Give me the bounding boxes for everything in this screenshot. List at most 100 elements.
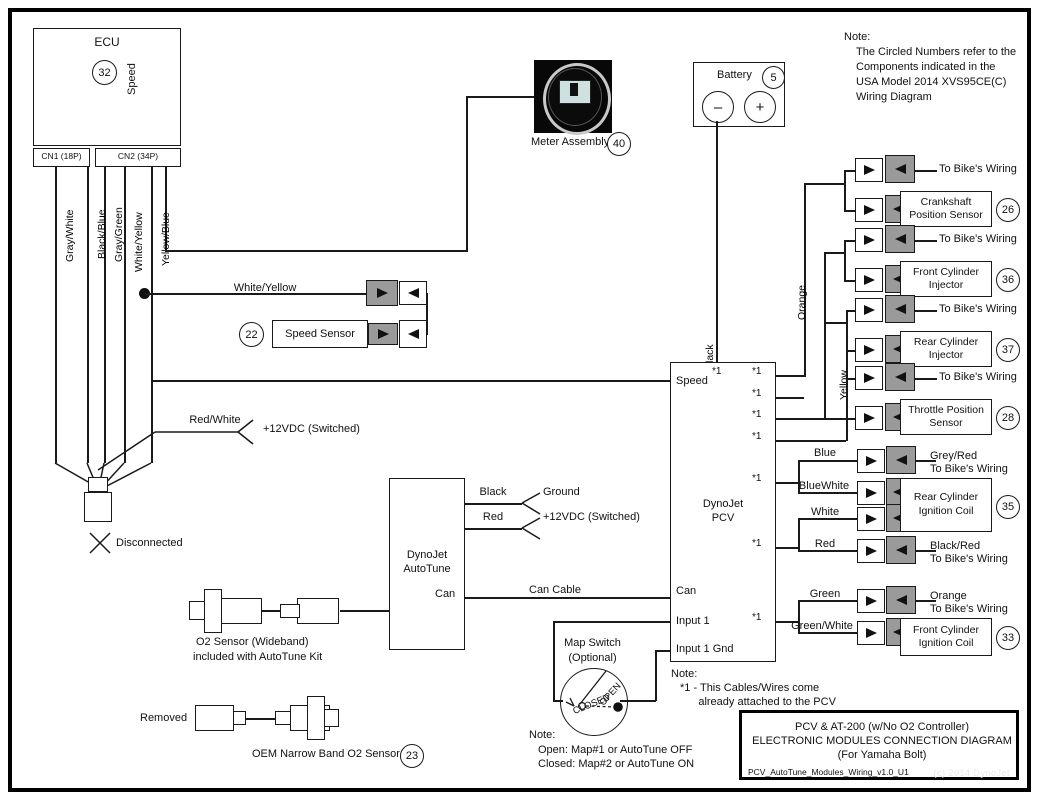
orange-trunk-line: [804, 183, 806, 377]
g1-bike-connector-male: [855, 158, 883, 182]
pcv-star-right-2: *1: [752, 388, 762, 399]
arrow-right-icon: [863, 413, 875, 423]
ecu-title: ECU: [94, 35, 120, 49]
title-block-filename: PCV_AutoTune_Modules_Wiring_v1.0_U1: [748, 767, 909, 777]
o2-wideband-label-line-1: O2 Sensor (Wideband): [196, 636, 309, 648]
o2-narrowband-removed-label: Removed: [140, 712, 188, 724]
g4-feed-vertical: [846, 378, 848, 419]
pcv-star-speed: *1: [712, 366, 722, 377]
ecu-wire-line-1: [55, 167, 57, 463]
pcv-star-right-3: *1: [752, 409, 762, 420]
pcv-pin-can: Can: [676, 585, 697, 597]
ecu-wire-label-white-yellow: White/Yellow: [133, 212, 145, 272]
coil35-red-connector-female: [886, 536, 916, 564]
pcv-out-stub-1: [776, 375, 804, 377]
g4-component-line-1: Throttle Position: [908, 404, 984, 416]
arrow-right-icon: [376, 288, 388, 298]
title-block-line-2: ELECTRONIC MODULES CONNECTION DIAGRAM: [752, 735, 1012, 747]
ecu-wire-line-2: [87, 167, 89, 463]
top-note-line-2: Components indicated in the: [856, 61, 996, 73]
o2-narrowband-ref-badge: 23: [400, 744, 424, 768]
autotune-12vdc-label: +12VDC (Switched): [543, 511, 640, 523]
map-switch-gnd-lead: [655, 650, 671, 652]
arrow-right-icon: [377, 329, 389, 339]
arrow-right-icon: [863, 235, 875, 245]
g4-comp-connector-male: [855, 406, 883, 430]
speed-sensor-jumper-vertical: [426, 293, 428, 334]
battery-negative-terminal: –: [702, 91, 734, 123]
ecu-wire-label-yellow-blue: Yellow/Blue: [160, 212, 172, 266]
top-note-line-1: The Circled Numbers refer to the: [856, 46, 1017, 58]
arrow-right-icon: [865, 514, 877, 524]
arrow-right-icon: [865, 488, 877, 498]
map-note-line-1: Open: Map#1 or AutoTune OFF: [538, 744, 693, 756]
coil35-ref-badge: 35: [996, 495, 1020, 519]
coil33-wire-label-greenwhite: Green/White: [791, 620, 853, 632]
autotune-can-pin-label: Can: [435, 588, 456, 600]
red-white-destination-label: +12VDC (Switched): [263, 423, 360, 435]
g1-bike-connector-female: [885, 155, 915, 183]
g1-bike-lead: [915, 170, 937, 172]
ecu-wire-label-black-blue: Black/Blue: [96, 209, 108, 259]
arrow-left-icon: [407, 329, 419, 339]
map-switch-lead-right-vertical: [655, 650, 657, 701]
title-block-watermark: (c) 2014 DynoJet: [933, 768, 1010, 778]
title-block-line-1: PCV & AT-200 (w/No O2 Controller): [794, 721, 970, 733]
coil35-blue-connector-male: [857, 449, 885, 473]
coil35-wire-label-blue: Blue: [813, 447, 837, 459]
arrow-left-icon: [895, 455, 907, 465]
module-branch-h-4: [824, 418, 846, 420]
pcv-star-right-5: *1: [752, 473, 762, 484]
o2-narrowband-hex-nut: [307, 696, 325, 740]
map-note-line-2: Closed: Map#2 or AutoTune ON: [538, 758, 695, 770]
g2-component-line-1: Front Cylinder: [913, 266, 979, 278]
ecu-ref-badge: 32: [92, 60, 117, 85]
autotune-name-line-2: AutoTune: [403, 563, 451, 575]
arrow-right-icon: [863, 373, 875, 383]
autotune-name-line-1: DynoJet: [406, 549, 448, 561]
coil35-component-line-2: Ignition Coil: [918, 505, 974, 517]
arrow-left-icon: [894, 372, 906, 382]
coil35-bike-bottom-line-1: Black/Red: [930, 540, 981, 552]
coil33-green-connector-male: [857, 589, 885, 613]
speed-sensor-ref-badge: 22: [239, 322, 264, 347]
g2-feed-vertical: [844, 240, 846, 281]
white-yellow-connector-female: [399, 281, 427, 305]
g1-component-line-2: Position Sensor: [909, 209, 983, 221]
g4-bike-lead: [915, 378, 937, 380]
g1-comp-connector-male: [855, 198, 883, 222]
arrow-left-icon: [894, 234, 906, 244]
arrow-right-icon: [863, 345, 875, 355]
ecu-connector-cn2-label: CN2 (34P): [117, 151, 159, 161]
pcv-pin-input1-gnd: Input 1 Gnd: [676, 643, 734, 655]
speed-sensor-jumper-horizontal: [426, 333, 428, 335]
pcv-out-stub-3: [776, 418, 824, 420]
coil35-wire-label-white: White: [810, 506, 840, 518]
g3-comp-connector-male: [855, 338, 883, 362]
g3-feed-vertical: [846, 310, 848, 351]
coil35-wire-label-red: Red: [814, 538, 836, 550]
pcv-name-line-2: PCV: [711, 512, 735, 524]
battery-ref-badge: 5: [762, 66, 785, 89]
map-switch-label-line-1: Map Switch: [564, 637, 621, 649]
ecu-wire-label-gray-white: Gray/White: [64, 209, 76, 262]
arrow-left-icon: [895, 595, 907, 605]
ecu-wire-label-gray-green: Gray/Green: [113, 207, 125, 262]
battery-positive-terminal: +: [744, 91, 776, 123]
o2-wideband-label-line-2: included with AutoTune Kit: [193, 651, 323, 663]
red-white-wire-label: Red/White: [189, 414, 241, 426]
pcv-star-right-7: *1: [752, 612, 762, 623]
pcv-pin-speed: Speed: [676, 375, 708, 387]
yellow-wire-label: Yellow: [838, 370, 850, 400]
o2-wideband-lead: [340, 610, 390, 612]
o2-wideband-plug: [280, 604, 300, 618]
ecu-plug-upper: [88, 477, 108, 492]
pcv-out-stub-4: [776, 440, 846, 442]
coil35-blue-connector-female: [886, 446, 916, 474]
top-note-heading: Note:: [844, 31, 871, 43]
battery-label: Battery: [717, 69, 752, 81]
ecu-speed-pin-text: Speed: [126, 63, 138, 95]
coil35-bluewhite-connector-male: [857, 481, 885, 505]
pcv-pin-input1: Input 1: [676, 615, 710, 627]
coil33-bike-top-line-1: Orange: [930, 590, 967, 602]
